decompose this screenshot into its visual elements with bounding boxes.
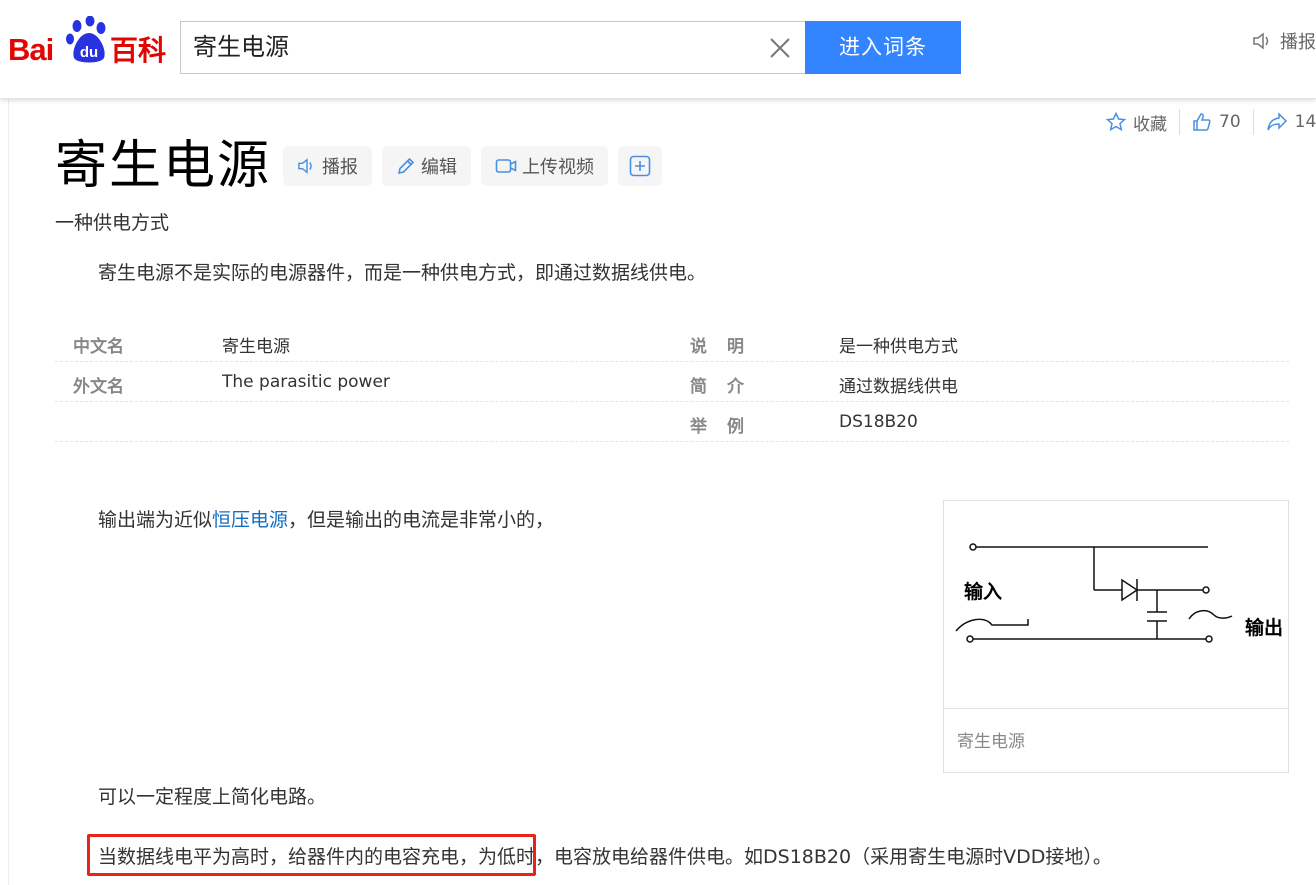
paragraph-text: 输出端为近似	[98, 509, 213, 531]
thumbs-up-icon	[1193, 113, 1211, 131]
search-input[interactable]	[193, 22, 753, 73]
like-count: 70	[1219, 112, 1241, 132]
title-toolbar: 播报 编辑 上传视频	[283, 146, 662, 186]
enter-entry-button[interactable]: 进入词条	[805, 21, 961, 74]
entry-actions: 收藏 70 14	[1094, 108, 1316, 136]
logo-text-bai: Bai	[8, 32, 54, 67]
baidu-baike-logo[interactable]: Bai du 百科	[8, 16, 168, 67]
info-value: 寄生电源	[222, 337, 290, 357]
page-title: 寄生电源	[55, 136, 272, 196]
header-play-label: 播报	[1280, 32, 1316, 53]
entry-summary: 寄生电源不是实际的电源器件，而是一种供电方式，即通过数据线供电。	[98, 262, 707, 284]
info-row: 举例 DS18B20	[55, 402, 1289, 442]
info-key: 简介	[690, 377, 764, 397]
figure-caption: 寄生电源	[957, 732, 1025, 752]
add-button[interactable]	[618, 146, 662, 186]
logo-text-du: du	[80, 44, 98, 61]
site-header: Bai du 百科 进入词条 播报	[0, 0, 1316, 99]
page-left-border	[8, 99, 9, 885]
basic-info-table: 中文名 寄生电源 说明 是一种供电方式 外文名 The parasitic po…	[55, 322, 1289, 442]
share-count: 14	[1294, 112, 1316, 132]
upload-video-button[interactable]: 上传视频	[481, 146, 608, 186]
entry-subtitle: 一种供电方式	[55, 212, 170, 234]
info-value: The parasitic power	[222, 372, 390, 392]
input-label: 输入	[964, 581, 1003, 603]
info-value: DS18B20	[839, 412, 918, 432]
constant-voltage-link[interactable]: 恒压电源	[212, 509, 288, 531]
video-camera-icon	[495, 159, 517, 173]
share-button[interactable]: 14	[1254, 112, 1316, 132]
share-icon	[1266, 112, 1287, 131]
circuit-diagram-image: 输入 输出	[944, 501, 1288, 709]
star-icon	[1106, 112, 1126, 132]
info-value: 是一种供电方式	[839, 337, 958, 357]
plus-icon	[629, 155, 651, 177]
header-play-button[interactable]: 播报	[1252, 28, 1316, 54]
clear-icon[interactable]	[768, 36, 792, 60]
paragraph-text: ，但是输出的电流是非常小的，	[288, 509, 555, 531]
paragraph-1: 输出端为近似恒压电源，但是输出的电流是非常小的，	[98, 506, 554, 534]
circuit-diagram-svg	[955, 543, 1233, 643]
play-button[interactable]: 播报	[283, 146, 372, 186]
pencil-icon	[397, 157, 415, 175]
output-label: 输出	[1245, 617, 1284, 639]
collect-button[interactable]: 收藏	[1094, 110, 1179, 135]
edit-label: 编辑	[421, 157, 457, 178]
annotation-highlight-box	[87, 834, 536, 876]
info-row: 外文名 The parasitic power 简介 通过数据线供电	[55, 362, 1289, 402]
info-key: 中文名	[73, 337, 124, 357]
info-key: 外文名	[73, 377, 124, 397]
info-row: 中文名 寄生电源 说明 是一种供电方式	[55, 322, 1289, 362]
speaker-icon	[298, 158, 312, 174]
circuit-figure[interactable]: 输入 输出 寄生电源	[943, 500, 1289, 773]
upload-video-label: 上传视频	[522, 157, 594, 178]
paw-icon: du	[66, 16, 106, 63]
edit-button[interactable]: 编辑	[382, 146, 471, 186]
speaker-icon	[1253, 32, 1269, 50]
search-box	[180, 21, 806, 74]
info-value: 通过数据线供电	[839, 377, 958, 397]
logo-text-baike: 百科	[110, 34, 167, 67]
info-key: 说明	[690, 337, 764, 357]
paragraph-2: 可以一定程度上简化电路。	[98, 786, 327, 808]
collect-label: 收藏	[1133, 114, 1167, 135]
like-button[interactable]: 70	[1180, 112, 1253, 132]
info-key: 举例	[690, 417, 764, 437]
play-label: 播报	[322, 157, 358, 178]
